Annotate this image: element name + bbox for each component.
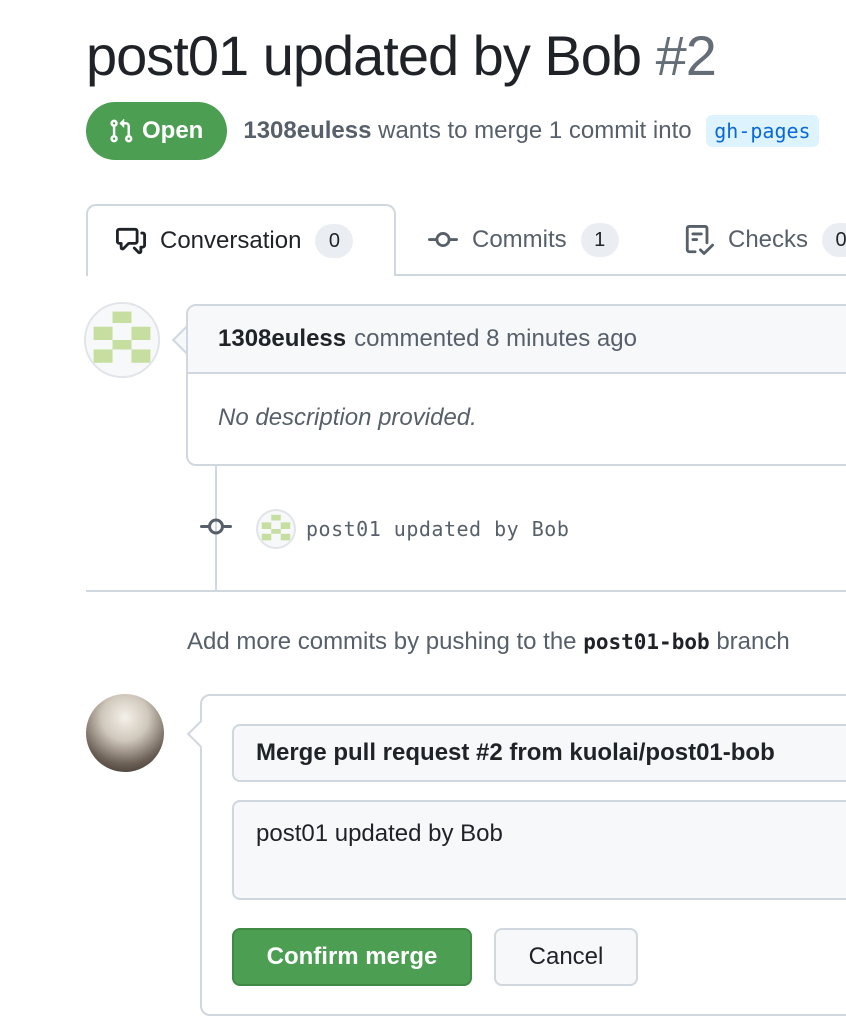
comment-card: 1308euless commented 8 minutes ago No de…	[186, 304, 846, 466]
comment-header: 1308euless commented 8 minutes ago	[188, 306, 846, 374]
merge-title-input[interactable]: Merge pull request #2 from kuolai/post01…	[232, 724, 846, 782]
tab-commits[interactable]: Commits 1	[428, 204, 619, 276]
commit-message-link[interactable]: post01 updated by Bob	[306, 517, 569, 541]
merge-summary-text: wants to merge 1 commit into	[378, 117, 692, 144]
page-title: post01 updated by Bob #2	[86, 20, 717, 92]
tab-commits-count: 1	[580, 223, 619, 257]
merge-message-textarea[interactable]: post01 updated by Bob	[232, 800, 846, 900]
git-commit-icon	[428, 232, 458, 248]
push-hint: Add more commits by pushing to the post0…	[187, 628, 790, 656]
comment-body: No description provided.	[218, 404, 477, 431]
identicon-icon	[86, 304, 158, 376]
comment-discussion-icon	[116, 227, 146, 255]
current-user-avatar[interactable]	[86, 694, 164, 772]
pr-number: #2	[655, 24, 717, 87]
identicon-icon	[261, 514, 291, 541]
git-commit-icon	[200, 511, 232, 548]
comment-timestamp[interactable]: commented 8 minutes ago	[354, 325, 637, 353]
pull-request-page: post01 updated by Bob #2 Open 1308euless…	[0, 0, 846, 1020]
comment-author-link[interactable]: 1308euless	[218, 325, 346, 353]
tab-conversation-count: 0	[315, 224, 354, 258]
avatar[interactable]	[84, 302, 160, 378]
status-badge: Open	[86, 102, 228, 160]
tab-commits-label: Commits	[472, 226, 567, 253]
commit-item: post01 updated by Bob	[200, 505, 569, 553]
pr-title: post01 updated by Bob	[86, 24, 642, 87]
push-hint-before: Add more commits by pushing to the	[187, 628, 577, 655]
checklist-icon	[685, 225, 714, 255]
tab-checks-count: 0	[822, 223, 846, 257]
commit-author-avatar[interactable]	[256, 509, 296, 549]
tab-checks-label: Checks	[728, 226, 809, 253]
tab-conversation[interactable]: Conversation 0	[86, 204, 396, 276]
status-label: Open	[142, 117, 204, 144]
pr-author-link[interactable]: 1308euless	[243, 117, 371, 144]
git-pull-request-icon	[110, 118, 133, 143]
cancel-button[interactable]: Cancel	[494, 928, 638, 986]
timeline-divider	[86, 590, 846, 592]
push-hint-after: branch	[716, 628, 790, 655]
confirm-merge-button[interactable]: Confirm merge	[232, 928, 472, 986]
tab-checks[interactable]: Checks 0	[684, 204, 846, 276]
base-branch-tag[interactable]: gh-pages	[706, 115, 819, 147]
pr-status-row: Open 1308euless wants to merge 1 commit …	[86, 102, 819, 160]
head-branch-name: post01-bob	[583, 630, 710, 654]
tab-conversation-label: Conversation	[160, 227, 302, 254]
merge-summary: 1308euless wants to merge 1 commit into …	[243, 115, 819, 147]
